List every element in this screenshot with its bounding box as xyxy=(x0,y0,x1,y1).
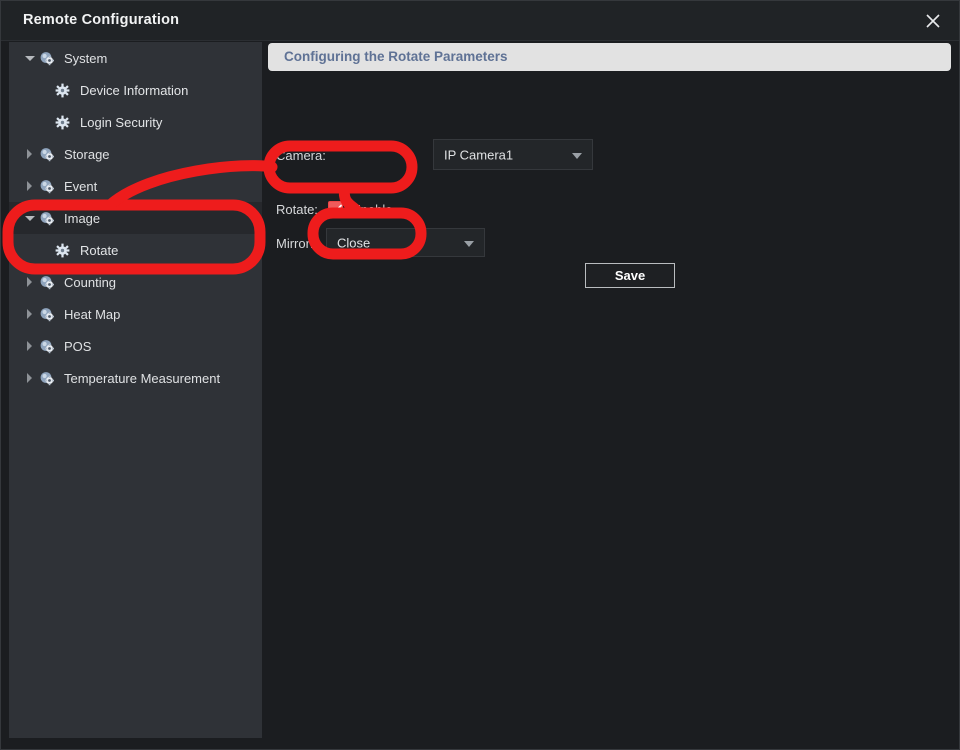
mirror-select-value: Close xyxy=(337,235,371,250)
sidebar-item-label: POS xyxy=(64,338,92,354)
check-icon xyxy=(330,204,342,214)
gear-sphere-icon xyxy=(39,178,56,195)
gear-sphere-icon xyxy=(39,306,56,323)
gear-icon xyxy=(55,83,70,98)
sidebar-item-label: Heat Map xyxy=(64,306,121,322)
gear-sphere-icon xyxy=(39,210,56,227)
rotate-label: Rotate: xyxy=(276,202,318,217)
sidebar-item-label: Event xyxy=(64,178,98,194)
close-button[interactable] xyxy=(915,5,951,37)
title-bar: Remote Configuration xyxy=(1,1,959,41)
chevron-right-icon[interactable] xyxy=(23,179,37,193)
config-tree: System Device Information Login Security St… xyxy=(9,42,262,394)
gear-sphere-icon xyxy=(39,146,56,163)
sidebar-item-rotate[interactable]: Rotate xyxy=(9,234,262,266)
sidebar-item-label: Counting xyxy=(64,274,117,290)
sidebar-item-heat-map[interactable]: Heat Map xyxy=(9,298,262,330)
chevron-down-icon[interactable] xyxy=(23,51,37,65)
rotate-enable-caption: Enable xyxy=(352,202,393,217)
save-button[interactable]: Save xyxy=(585,263,675,288)
main-panel: Configuring the Rotate Parameters Camera… xyxy=(263,42,958,748)
close-icon xyxy=(926,14,940,28)
gear-sphere-icon xyxy=(39,370,56,387)
sidebar-item-storage[interactable]: Storage xyxy=(9,138,262,170)
camera-select-value: IP Camera1 xyxy=(444,147,514,162)
gear-sphere-icon xyxy=(39,50,56,67)
sidebar-item-pos[interactable]: POS xyxy=(9,330,262,362)
camera-label: Camera: xyxy=(276,148,326,163)
gear-icon xyxy=(55,115,70,130)
chevron-right-icon[interactable] xyxy=(23,339,37,353)
sidebar-item-login-security[interactable]: Login Security xyxy=(9,106,262,138)
rotate-enable-checkbox[interactable] xyxy=(328,201,343,216)
navigation-sidebar[interactable]: System Device Information Login Security St… xyxy=(9,42,262,738)
sidebar-item-image[interactable]: Image xyxy=(9,202,262,234)
panel-banner: Configuring the Rotate Parameters xyxy=(268,43,951,71)
sidebar-item-label: Storage xyxy=(64,146,110,162)
chevron-down-icon xyxy=(464,240,474,247)
sidebar-item-device-information[interactable]: Device Information xyxy=(9,74,262,106)
window-title: Remote Configuration xyxy=(23,12,180,28)
chevron-right-icon[interactable] xyxy=(23,275,37,289)
gear-sphere-icon xyxy=(39,338,56,355)
chevron-right-icon[interactable] xyxy=(23,307,37,321)
sidebar-item-event[interactable]: Event xyxy=(9,170,262,202)
sidebar-item-label: Temperature Measurement xyxy=(64,370,221,386)
mirror-label: Mirror: xyxy=(276,236,314,251)
gear-icon xyxy=(55,243,70,258)
camera-select[interactable]: IP Camera1 xyxy=(433,139,593,170)
gear-sphere-icon xyxy=(39,274,56,291)
chevron-down-icon[interactable] xyxy=(23,211,37,225)
sidebar-item-label: Device Information xyxy=(80,82,189,98)
mirror-select[interactable]: Close xyxy=(326,228,485,257)
panel-title: Configuring the Rotate Parameters xyxy=(284,49,508,64)
chevron-right-icon[interactable] xyxy=(23,371,37,385)
remote-configuration-window: Remote Configuration System Device Inform… xyxy=(0,0,960,750)
sidebar-item-temperature-measurement[interactable]: Temperature Measurement xyxy=(9,362,262,394)
chevron-down-icon xyxy=(572,152,582,159)
sidebar-item-label: Image xyxy=(64,210,101,226)
sidebar-item-label: Login Security xyxy=(80,114,163,130)
sidebar-item-label: System xyxy=(64,50,108,66)
chevron-right-icon[interactable] xyxy=(23,147,37,161)
sidebar-item-counting[interactable]: Counting xyxy=(9,266,262,298)
sidebar-item-label: Rotate xyxy=(80,242,119,258)
sidebar-item-system[interactable]: System xyxy=(9,42,262,74)
